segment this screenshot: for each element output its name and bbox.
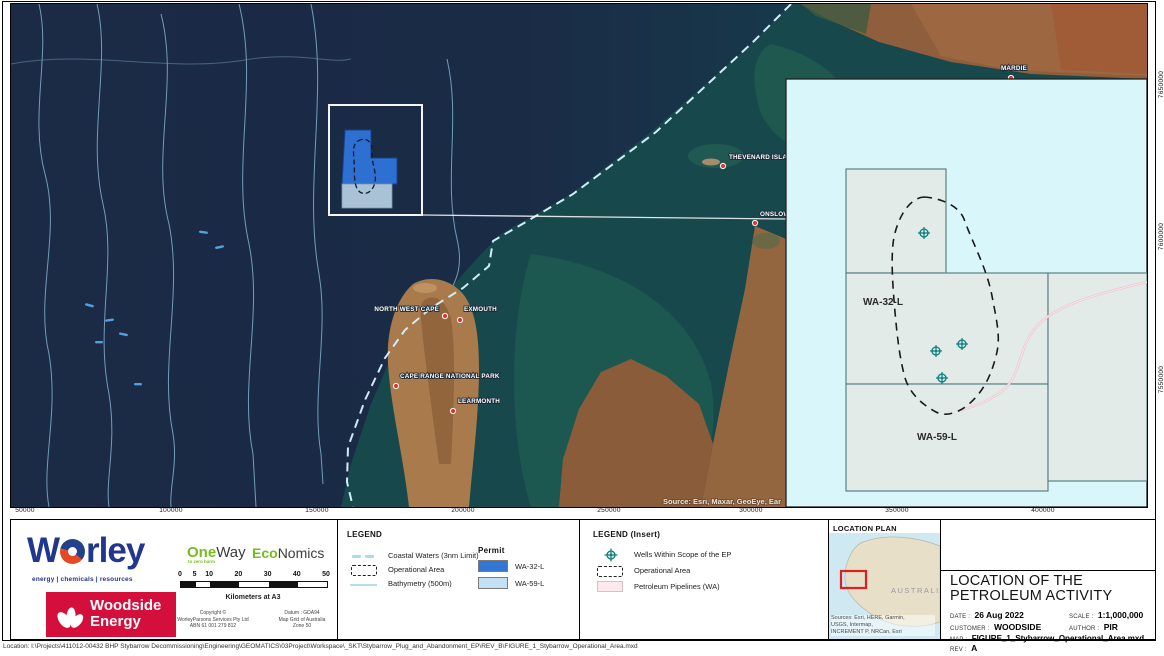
place-label: MARDIE	[1001, 65, 1027, 72]
place-label: NORTH WEST CAPE	[374, 306, 439, 313]
permit-title: Permit	[478, 546, 505, 555]
worley-o-swirl-icon	[60, 539, 85, 564]
location-plan-panel: LOCATION PLAN AUSTRALIA Sources: Esri, H…	[828, 519, 941, 640]
worley-logo: Wrley	[27, 534, 144, 568]
inset-map: WA-32-L WA-59-L	[786, 79, 1147, 507]
x-tick-label: 350000	[867, 507, 927, 514]
place-label: ONSLOW	[760, 211, 790, 218]
wa32l-swatch	[478, 560, 508, 572]
scalebar-number: 20	[234, 571, 242, 578]
legend-insert-title: LEGEND (Insert)	[593, 530, 660, 539]
economics-logo: EcoNomics	[252, 545, 324, 561]
legend-title: LEGEND	[347, 530, 382, 539]
x-tick-label: 250000	[579, 507, 639, 514]
place-label: LEARMONTH	[458, 398, 500, 405]
pipelines-swatch	[596, 581, 628, 593]
coastal-waters-swatch	[350, 550, 382, 562]
inset-label-wa59l: WA-59-L	[917, 432, 957, 443]
place-dot	[457, 317, 462, 322]
scalebar-number: 40	[293, 571, 301, 578]
scalebar-number: 10	[205, 571, 213, 578]
scalebar-number: 5	[193, 571, 197, 578]
main-map: MARDIETHEVENARD ISLANDONSLOWNORTH WEST C…	[10, 3, 1148, 508]
insert-operational-area-swatch	[596, 565, 628, 577]
place-dot	[720, 163, 725, 168]
datum-note: Datum : GDA94Map Grid of AustraliaZone 5…	[263, 610, 341, 630]
country-label: AUSTRALIA	[891, 586, 941, 595]
x-tick-label: 50000	[0, 507, 55, 514]
legend-item-wells: Wells Within Scope of the EP	[584, 549, 832, 562]
title-divider	[941, 570, 1155, 571]
wa59l-swatch	[478, 577, 508, 589]
map-file-row: MAP : FIGURE_1_Stybarrow_Operational_Are…	[950, 628, 1144, 646]
place-dot	[442, 313, 447, 318]
x-tick-label: 100000	[141, 507, 201, 514]
legend-panel: LEGEND Coastal Waters (3nm Limit) Operat…	[337, 519, 580, 640]
oneway-tagline: to zero harm	[188, 559, 215, 564]
scalebar-number: 0	[178, 571, 182, 578]
operational-area-swatch	[350, 564, 382, 576]
x-tick-label: 300000	[721, 507, 781, 514]
figure-title-line2: PETROLEUM ACTIVITY	[950, 588, 1112, 604]
x-tick-label: 150000	[287, 507, 347, 514]
scalebar-number: 30	[264, 571, 272, 578]
file-location-path: Location: I:\Projects\411012-00432 BHP S…	[3, 643, 638, 650]
woodside-flower-icon	[50, 596, 90, 636]
place-label: CAPE RANGE NATIONAL PARK	[400, 373, 500, 380]
copyright-note: Copyright ©WorleyParsons Services Pty Lt…	[157, 610, 269, 630]
figure-page: { "title_block": { "title_line1": "LOCAT…	[0, 0, 1164, 655]
x-tick-label: 200000	[433, 507, 493, 514]
figure-title-line1: LOCATION OF THE	[950, 573, 1083, 589]
worley-tagline: energy | chemicals | resources	[32, 576, 133, 583]
bathymetry-swatch	[350, 578, 382, 590]
legend-item-pipelines: Petroleum Pipelines (WA)	[584, 581, 832, 594]
permit-wa59l-shape	[342, 184, 392, 208]
scalebar-numbers: 051020304050	[180, 571, 326, 579]
inset-label-wa32l: WA-32-L	[863, 297, 903, 308]
title-block-panel: LOCATION OF THE PETROLEUM ACTIVITY DATE …	[940, 519, 1156, 640]
location-plan-title: LOCATION PLAN	[833, 524, 897, 533]
location-plan-sources: Sources: Esri, HERE, Garmin, USGS, Inter…	[831, 615, 935, 636]
logos-panel: Wrley energy | chemicals | resources Woo…	[10, 519, 338, 640]
scalebar	[180, 581, 328, 588]
scalebar-caption: Kilometers at A3	[180, 594, 326, 601]
well-symbol-icon	[596, 549, 628, 561]
imagery-source-note: Source: Esri, Maxar, GeoEye, Ear	[663, 497, 781, 506]
place-label: EXMOUTH	[464, 306, 497, 313]
x-tick-label: 400000	[1013, 507, 1073, 514]
legend-item-insert-operational-area: Operational Area	[584, 565, 832, 578]
rev-row: REV : A	[950, 638, 977, 656]
scalebar-number: 50	[322, 571, 330, 578]
legend-insert-panel: LEGEND (Insert) Wells Within Scope of th…	[579, 519, 829, 640]
place-dot	[752, 220, 757, 225]
place-dot	[393, 383, 398, 388]
place-dot	[450, 408, 455, 413]
